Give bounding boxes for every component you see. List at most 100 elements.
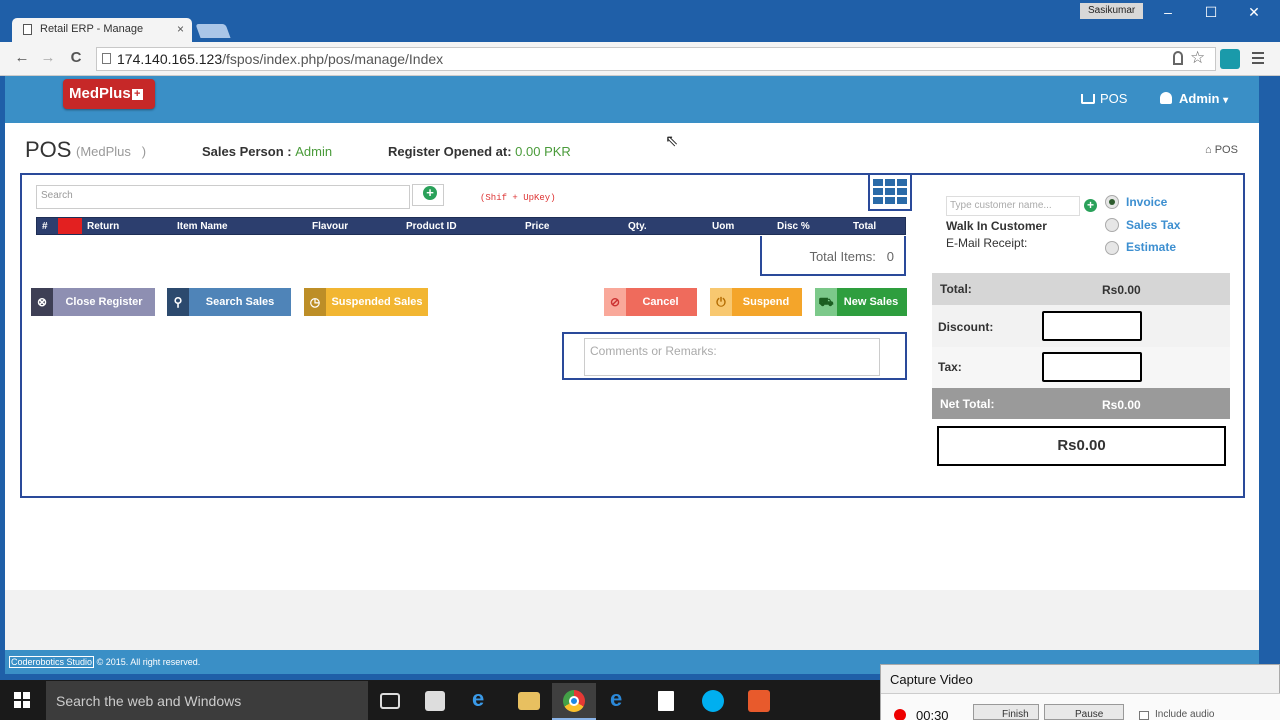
- ie-icon[interactable]: e: [610, 686, 632, 711]
- forward-icon[interactable]: →: [38, 49, 58, 66]
- finish-label: Finish: [1002, 709, 1029, 720]
- item-search-input[interactable]: Search: [36, 185, 410, 209]
- logo-text: MedPlus: [69, 85, 131, 102]
- sales-person-label: Sales Person :: [202, 144, 292, 159]
- tax-input[interactable]: [1042, 352, 1142, 382]
- col-header: Total: [853, 221, 877, 232]
- menu-icon[interactable]: [1252, 52, 1264, 64]
- key-icon[interactable]: [1173, 51, 1183, 65]
- tax-label: Tax:: [938, 360, 962, 374]
- reload-icon[interactable]: C: [66, 49, 86, 66]
- record-icon: [894, 709, 906, 720]
- invoice-label[interactable]: Invoice: [1126, 195, 1167, 209]
- col-header: Price: [525, 221, 550, 232]
- register-opened: Register Opened at: 0.00 PKR: [388, 144, 571, 159]
- profile-badge[interactable]: Sasikumar: [1080, 3, 1144, 19]
- grand-total: Rs0.00: [937, 426, 1226, 466]
- close-window-icon[interactable]: ✕: [1239, 4, 1269, 21]
- search-icon: ⚲: [167, 288, 189, 316]
- mouse-cursor-icon: ⇖: [665, 133, 679, 150]
- register-label: Register Opened at:: [388, 144, 512, 159]
- sales-tax-radio[interactable]: [1105, 218, 1119, 232]
- grid-view-button[interactable]: [868, 173, 912, 211]
- star-icon[interactable]: ☆: [1190, 48, 1205, 68]
- capture-title: Capture Video: [890, 672, 973, 687]
- footer-brand[interactable]: Coderobotics Studio: [9, 656, 95, 668]
- medplus-logo[interactable]: MedPlus +: [63, 79, 155, 109]
- add-item-icon: +: [423, 186, 437, 200]
- invoice-radio[interactable]: [1105, 195, 1119, 209]
- total-row: [932, 273, 1230, 305]
- suspend-button[interactable]: ⏻ Suspend: [710, 288, 802, 316]
- nav-pos-link[interactable]: POS: [1081, 91, 1127, 106]
- net-total-label: Net Total:: [940, 397, 995, 411]
- estimate-label[interactable]: Estimate: [1126, 240, 1176, 254]
- col-header: Product ID: [406, 221, 457, 232]
- close-register-label: Close Register: [65, 296, 143, 308]
- breadcrumb[interactable]: ⌂ POS: [1205, 144, 1238, 156]
- comments-textarea[interactable]: Comments or Remarks:: [584, 338, 880, 376]
- finish-button[interactable]: Finish: [973, 704, 1039, 720]
- url-host: 174.140.165.123: [117, 51, 223, 67]
- estimate-radio[interactable]: [1105, 241, 1119, 255]
- tab-close-icon[interactable]: ×: [177, 22, 184, 36]
- page-subtitle: (MedPlus ): [76, 144, 147, 159]
- chrome-icon[interactable]: [563, 690, 585, 712]
- comments-panel: Comments or Remarks:: [562, 332, 907, 380]
- logo-plus-icon: +: [131, 89, 143, 100]
- new-tab-button[interactable]: [195, 24, 231, 38]
- grid-icon: [873, 179, 907, 204]
- minimize-icon[interactable]: –: [1153, 4, 1183, 20]
- sales-tax-label[interactable]: Sales Tax: [1126, 218, 1180, 232]
- edge-icon[interactable]: e: [472, 686, 494, 711]
- cart-icon: [1081, 94, 1095, 104]
- email-receipt-label: E-Mail Receipt:: [946, 236, 1028, 250]
- skype-icon[interactable]: [702, 690, 724, 712]
- customer-name: Walk In Customer: [946, 219, 1047, 233]
- home-icon: ⌂: [1205, 144, 1215, 156]
- col-header: #: [42, 221, 48, 232]
- nav-admin-menu[interactable]: Admin ▾: [1160, 91, 1228, 106]
- col-header: Return: [87, 221, 120, 232]
- customer-name-input[interactable]: Type customer name...: [946, 196, 1080, 216]
- search-sales-button[interactable]: ⚲ Search Sales: [167, 288, 291, 316]
- discount-input[interactable]: [1042, 311, 1142, 341]
- task-view-icon[interactable]: [380, 693, 400, 709]
- document-icon[interactable]: [658, 691, 674, 711]
- new-sales-label: New Sales: [843, 296, 899, 308]
- include-audio-checkbox[interactable]: [1139, 711, 1149, 720]
- page-info-icon[interactable]: [102, 53, 111, 64]
- taskbar-search[interactable]: Search the web and Windows: [46, 681, 368, 720]
- extension-icon[interactable]: [1220, 49, 1240, 69]
- recorder-icon[interactable]: [748, 690, 770, 712]
- total-items-value: 0: [886, 249, 894, 264]
- new-sales-button[interactable]: ⛟ New Sales: [815, 288, 907, 316]
- maximize-icon[interactable]: ☐: [1196, 4, 1226, 21]
- back-icon[interactable]: ←: [12, 49, 32, 66]
- col-header: Flavour: [312, 221, 349, 232]
- file-explorer-icon[interactable]: [518, 692, 540, 710]
- cancel-label: Cancel: [642, 296, 679, 308]
- search-sales-label: Search Sales: [205, 296, 275, 308]
- tab-title: Retail ERP - Manage: [40, 23, 144, 35]
- suspend-label: Suspend: [742, 296, 790, 308]
- include-audio-label: Include audio: [1155, 709, 1215, 720]
- total-items-label: Total Items:: [809, 249, 876, 264]
- browser-tab[interactable]: Retail ERP - Manage ×: [12, 18, 192, 42]
- nav-pos-label: POS: [1100, 91, 1128, 106]
- suspended-sales-button[interactable]: ◷ Suspended Sales: [304, 288, 428, 316]
- pause-button[interactable]: Pause: [1044, 704, 1124, 720]
- url-input[interactable]: 174.140.165.123/fspos/index.php/pos/mana…: [96, 47, 1216, 71]
- nav-admin-label: Admin: [1179, 91, 1220, 106]
- add-customer-icon[interactable]: +: [1084, 199, 1097, 212]
- power-icon: ⏻: [710, 288, 732, 316]
- store-icon[interactable]: [425, 691, 445, 711]
- content-bottom-area: [5, 590, 1259, 650]
- total-value: Rs0.00: [1102, 283, 1141, 297]
- close-register-button[interactable]: ⊗ Close Register: [31, 288, 155, 316]
- windows-start-icon[interactable]: [14, 692, 30, 708]
- capture-time: 00:30: [916, 708, 949, 720]
- cancel-button[interactable]: ⊘ Cancel: [604, 288, 697, 316]
- col-header: Qty.: [628, 221, 647, 232]
- discount-label: Discount:: [938, 320, 994, 334]
